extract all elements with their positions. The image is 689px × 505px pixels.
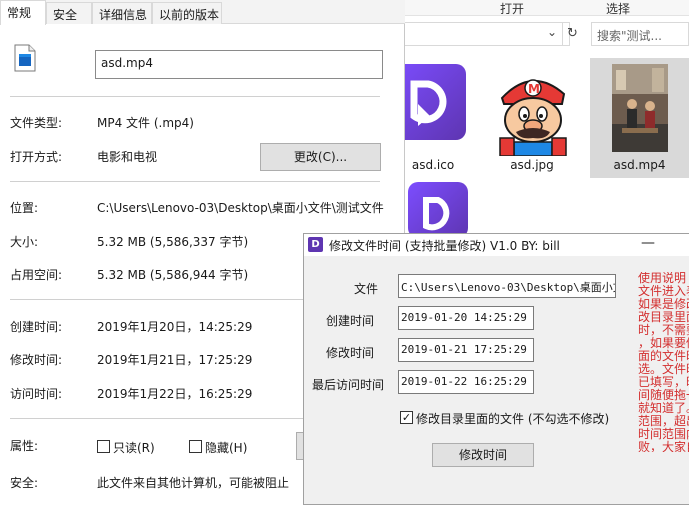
tab-previous-versions[interactable]: 以前的版本 (152, 2, 222, 24)
open-with-value: 电影和电视 (97, 150, 158, 164)
created-label: 创建时间: (10, 320, 63, 334)
ico-file-icon[interactable] (408, 182, 468, 238)
size-on-disk-value: 5.32 MB (5,586,944 字节) (97, 268, 249, 282)
app-logo-icon: D (308, 237, 323, 252)
accessed-value: 2019年1月22日，16:25:29 (97, 387, 253, 401)
hidden-checkbox[interactable] (189, 440, 202, 453)
modified-time-label: 修改时间 (325, 346, 374, 360)
hidden-label: 隐藏(H) (205, 441, 248, 455)
tab-security[interactable]: 安全 (46, 2, 92, 24)
file-path-input[interactable]: C:\Users\Lenovo-03\Desktop\桌面小文件 (398, 274, 616, 298)
modified-value: 2019年1月21日，17:25:29 (97, 353, 253, 367)
tab-details[interactable]: 详细信息 (92, 2, 152, 24)
modify-time-button[interactable]: 修改时间 (432, 443, 534, 467)
ribbon-select-button[interactable]: 选择 (606, 0, 630, 17)
tab-general[interactable]: 常规 (0, 0, 46, 25)
modified-time-input[interactable]: 2019-01-21 17:25:29 (398, 338, 534, 362)
include-subfiles-label: 修改目录里面的文件 (不勾选不修改) (416, 412, 610, 426)
readonly-checkbox[interactable] (97, 440, 110, 453)
location-value: C:\Users\Lenovo-03\Desktop\桌面小文件\测试文件 (97, 201, 384, 215)
search-input[interactable]: 搜索"测试... (591, 22, 689, 46)
filename-input[interactable]: asd.mp4 (95, 50, 383, 79)
svg-text:M: M (528, 82, 540, 96)
file-name: asd.mp4 (613, 158, 666, 172)
video-thumbnail (612, 64, 668, 152)
created-time-input[interactable]: 2019-01-20 14:25:29 (398, 306, 534, 330)
size-on-disk-label: 占用空间: (10, 268, 63, 282)
file-type-label: 文件类型: (10, 116, 63, 130)
change-button[interactable]: 更改(C)... (260, 143, 381, 171)
location-label: 位置: (10, 201, 39, 215)
mario-thumbnail: M (486, 64, 578, 157)
readonly-label: 只读(R) (113, 441, 155, 455)
include-subfiles-checkbox[interactable]: ✓ (400, 411, 413, 424)
accessed-time-label: 最后访问时间 (311, 378, 384, 392)
minimize-button[interactable]: — (641, 235, 655, 251)
attributes-label: 属性: (10, 439, 39, 453)
tool-title: 修改文件时间 (支持批量修改) V1.0 BY: bill (329, 239, 560, 253)
security-value: 此文件来自其他计算机，可能被阻止 (97, 476, 290, 490)
tool-title-bar[interactable]: D 修改文件时间 (支持批量修改) V1.0 BY: bill — (304, 234, 689, 256)
size-label: 大小: (10, 235, 39, 249)
file-tile-ico[interactable]: asd.ico (390, 58, 468, 178)
divider (10, 181, 380, 182)
refresh-icon[interactable]: ↻ (562, 23, 582, 45)
divider (10, 96, 380, 97)
file-tile-jpg[interactable]: M asd.jpg (480, 58, 584, 178)
accessed-time-input[interactable]: 2019-01-22 16:25:29 (398, 370, 534, 394)
modified-label: 修改时间: (10, 353, 63, 367)
open-with-label: 打开方式: (10, 150, 63, 164)
size-value: 5.32 MB (5,586,337 字节) (97, 235, 249, 249)
created-time-label: 创建时间 (325, 314, 374, 328)
file-path-label: 文件 (353, 282, 378, 296)
chevron-down-icon[interactable]: ⌄ (547, 25, 557, 39)
created-value: 2019年1月20日，14:25:29 (97, 320, 253, 334)
file-name: asd.ico (411, 158, 455, 172)
usage-instructions: 使用说明 文件进入表 如果是修改 改目录里面 时，不需要 ，如果要修 面的文件时… (638, 272, 689, 452)
address-bar[interactable] (400, 22, 570, 46)
security-label: 安全: (10, 476, 39, 490)
accessed-label: 访问时间: (10, 387, 63, 401)
file-tile-mp4[interactable]: asd.mp4 (590, 58, 689, 178)
file-name: asd.jpg (510, 158, 554, 172)
file-type-value: MP4 文件 (.mp4) (97, 116, 194, 130)
file-time-tool-window: D 修改文件时间 (支持批量修改) V1.0 BY: bill — 文件 C:\… (303, 233, 689, 505)
video-file-icon (14, 44, 36, 72)
ribbon-open-button[interactable]: 打开 (500, 0, 524, 17)
properties-tabs: 常规 安全 详细信息 以前的版本 (0, 0, 405, 25)
